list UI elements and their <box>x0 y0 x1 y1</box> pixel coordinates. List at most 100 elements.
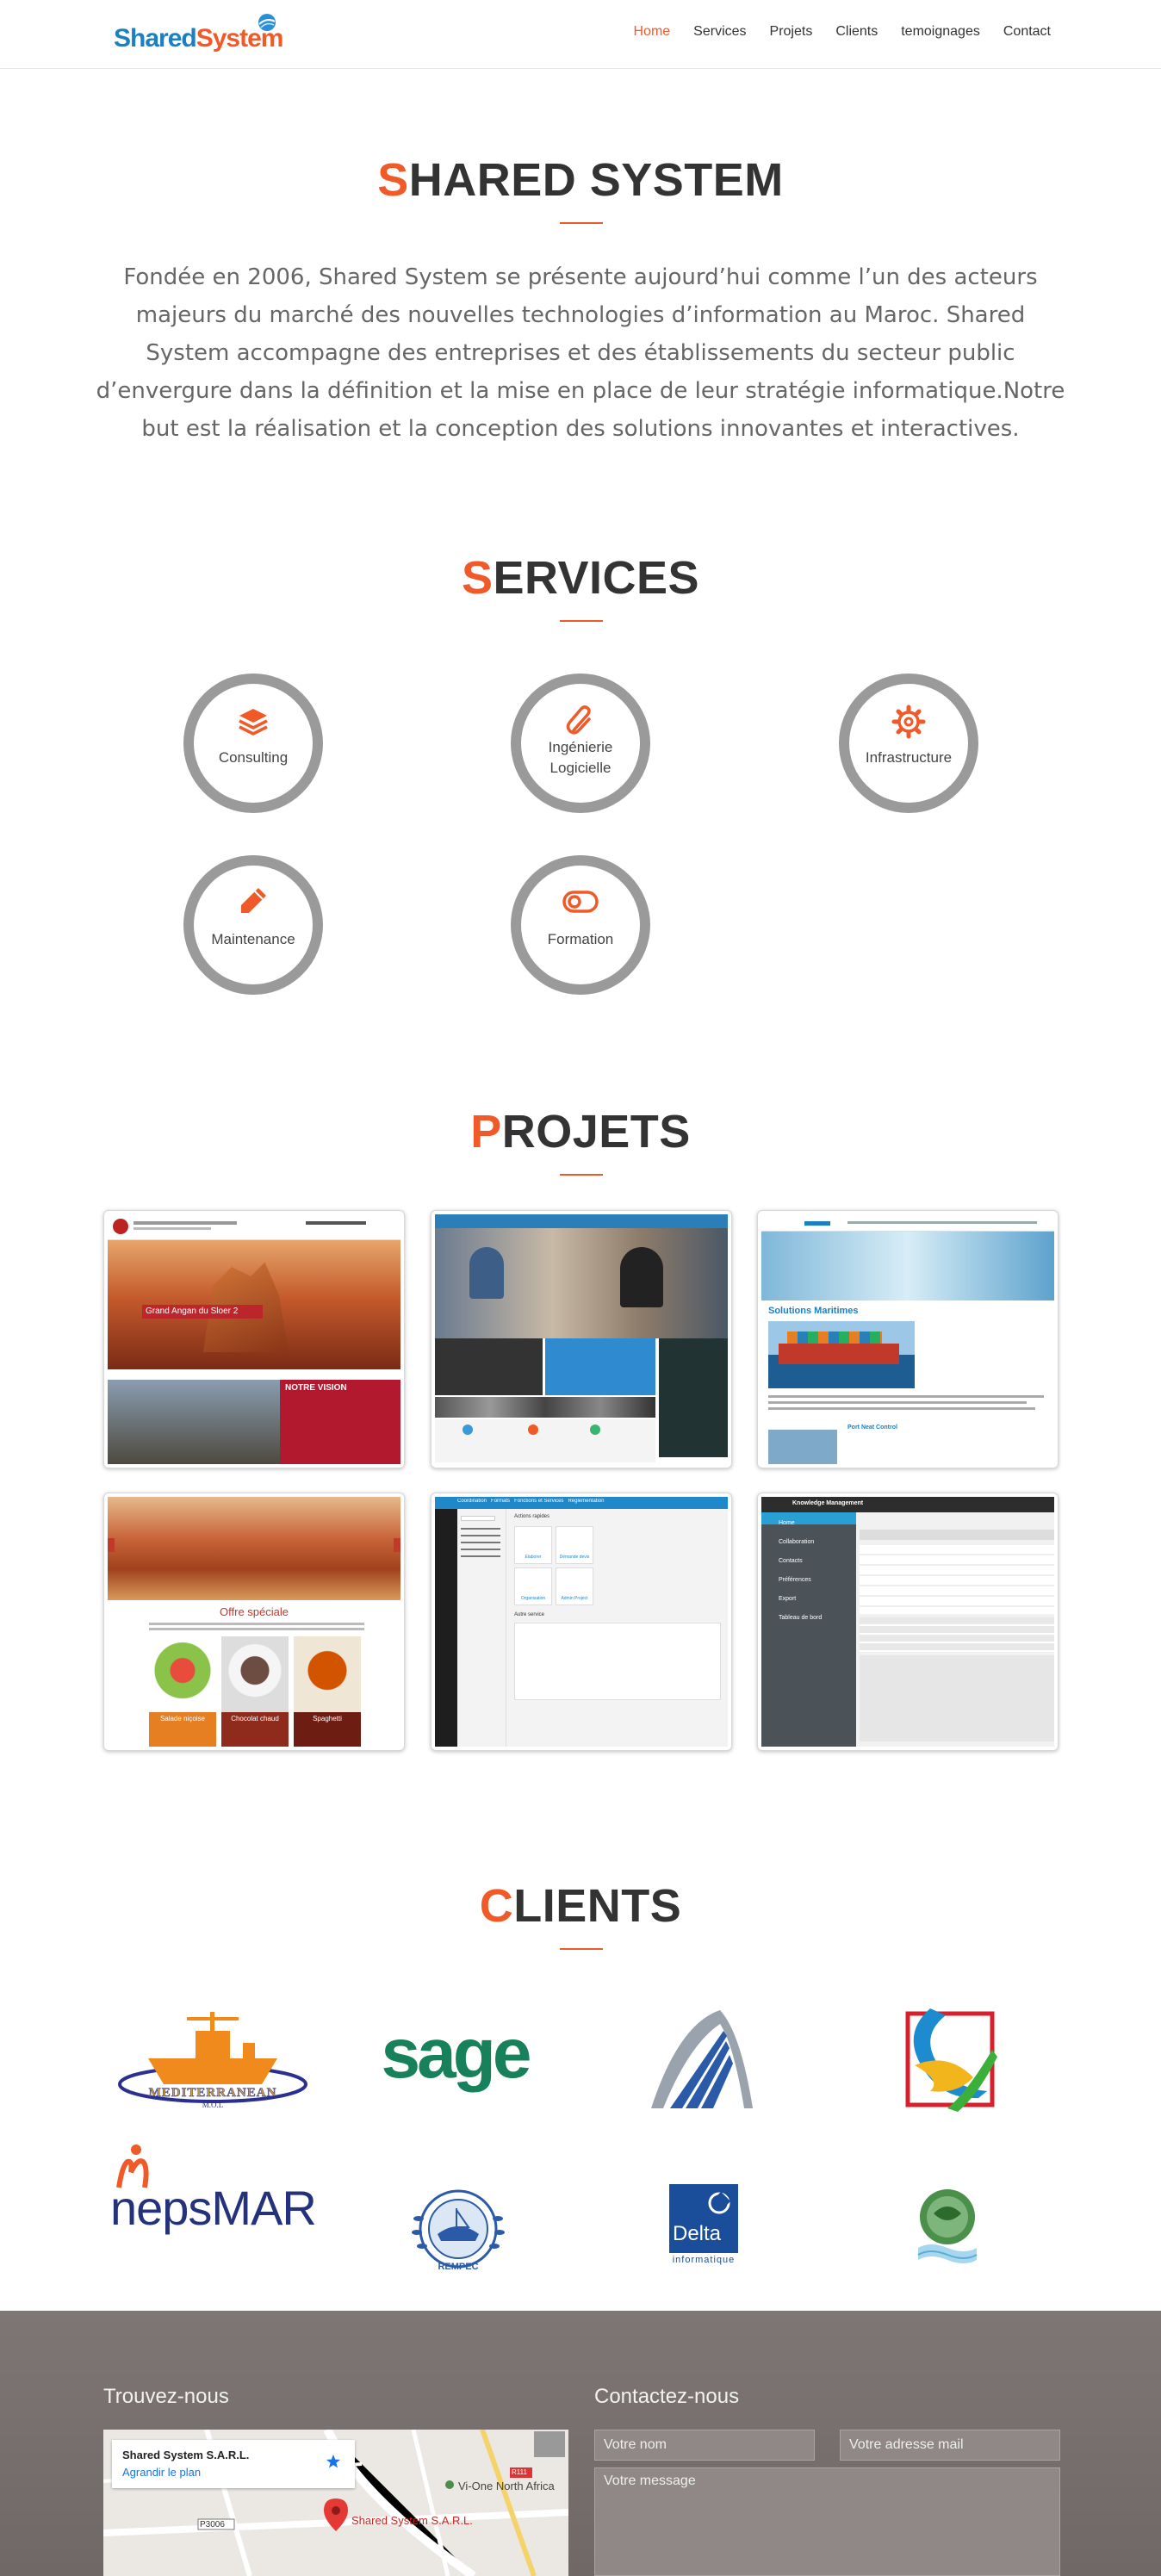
message-field[interactable] <box>594 2467 1060 2576</box>
projects-underline <box>560 1174 603 1176</box>
footer: Trouvez-nous Contactez-nous P3006 R111 V… <box>0 2311 1161 2576</box>
p6-sidebar: Home Collaboration Contacts Préférences Expo… <box>779 1520 823 1621</box>
p4-item-1: Salade niçoise <box>149 1712 216 1747</box>
gear-icon <box>891 705 926 739</box>
p3-heading: Solutions Maritimes <box>768 1306 859 1316</box>
mediterranean-text: MEDITERRANEAN <box>148 2086 277 2101</box>
name-field[interactable] <box>594 2430 815 2461</box>
star-icon[interactable] <box>326 2454 341 2469</box>
map-road-code: P3006 <box>200 2520 225 2529</box>
layers-icon <box>239 709 268 736</box>
map-card-title: Shared System S.A.R.L. <box>122 2449 250 2461</box>
about-title-rest: HARED SYSTEM <box>408 154 784 206</box>
rempec-text: REMPEC <box>438 2262 479 2272</box>
service-maintenance[interactable]: Maintenance <box>183 855 323 995</box>
map[interactable]: P3006 R111 Vi-One North Africa Shared Sy… <box>103 2430 568 2576</box>
projects-title: PROJETS <box>0 1105 1161 1158</box>
project-card-6[interactable]: Knowledge Management Home Collaboration Co… <box>757 1493 1059 1751</box>
project-screenshot: Coordination Formats Fonctions et Servic… <box>435 1497 728 1747</box>
service-formation[interactable]: Formation <box>511 855 650 995</box>
nav-contact[interactable]: Contact <box>1003 24 1051 40</box>
find-us-title: Trouvez-nous <box>103 2385 229 2408</box>
services-underline <box>560 620 603 622</box>
clients-title-first: C <box>479 1880 514 1932</box>
project-screenshot: Knowledge Management Home Collaboration Co… <box>761 1497 1054 1747</box>
nav-temoignages[interactable]: temoignages <box>901 24 980 40</box>
projects-title-first: P <box>470 1106 502 1158</box>
map-pin-label: Shared System S.A.R.L. <box>351 2514 473 2527</box>
project-screenshot: Solutions Maritimes Port Neat Control <box>761 1214 1054 1464</box>
nav-clients[interactable]: Clients <box>835 24 878 40</box>
map-road-label: Vi-One North Africa <box>458 2480 555 2492</box>
service-consulting[interactable]: Consulting <box>183 673 323 813</box>
delta-text: Delta <box>673 2222 722 2245</box>
contact-title: Contactez-nous <box>594 2385 740 2408</box>
logo[interactable]: SharedSystem <box>114 12 286 57</box>
nav-services[interactable]: Services <box>693 24 746 40</box>
services-title-rest: ERVICES <box>493 552 700 604</box>
p6-title: Knowledge Management <box>792 1500 864 1506</box>
p5-panel1: Actions rapides <box>514 1514 550 1519</box>
about-text: Fondée en 2006, Shared System se présent… <box>96 264 1065 442</box>
p5-menu: Coordination Formats Fonctions et Servic… <box>457 1499 605 1504</box>
service-ingenierie[interactable]: Ingénierie Logicielle <box>511 673 650 813</box>
map-road-code2: R111 <box>512 2468 527 2476</box>
delta-sub: informatique <box>672 2255 736 2265</box>
about-title: SHARED SYSTEM <box>0 153 1161 207</box>
project-card-5[interactable]: Coordination Formats Fonctions et Servic… <box>431 1493 732 1751</box>
nav-home[interactable]: Home <box>633 24 670 40</box>
delta-mark-icon <box>708 2191 731 2214</box>
paperclip-icon <box>566 705 591 735</box>
p5-tile: Demande devis <box>556 1526 593 1564</box>
client-logo-emblem <box>913 2188 982 2269</box>
projects-title-rest: ROJETS <box>501 1106 691 1158</box>
logo-part1: Shared <box>114 24 197 53</box>
services-title-first: S <box>461 552 494 604</box>
client-logo-mediterranean: MEDITERRANEAN M.O.L <box>114 2005 312 2109</box>
mediterranean-sub: M.O.L <box>202 2101 224 2109</box>
p4-item-2: Chocolat chaud <box>221 1712 289 1747</box>
client-logo-rempec: REMPEC <box>400 2184 517 2279</box>
client-logo-delta: Delta informatique <box>667 2184 740 2267</box>
p4-item-3: Spaghetti <box>294 1712 361 1747</box>
arch-icon <box>651 2010 753 2108</box>
project-screenshot <box>435 1214 728 1464</box>
project-card-3[interactable]: Solutions Maritimes Port Neat Control <box>757 1210 1059 1468</box>
emblem-icon <box>917 2189 978 2263</box>
services-title: SERVICES <box>0 551 1161 605</box>
p3-sub: Port Neat Control <box>847 1425 897 1431</box>
project-card-2[interactable] <box>431 1210 732 1468</box>
map-card: Shared System S.A.R.L. Agrandir le plan <box>112 2440 355 2488</box>
p4-heading: Offre spéciale <box>220 1605 289 1618</box>
p1-section: NOTRE VISION <box>280 1380 400 1464</box>
p5-tile: Organisation <box>514 1567 552 1605</box>
service-label: Ingénierie Logicielle <box>548 739 613 776</box>
globe-icon <box>258 14 276 31</box>
service-label: Maintenance <box>211 931 295 947</box>
p5-tile: Admin Project <box>556 1567 593 1605</box>
nav-links: Home Services Projets Clients temoignage… <box>610 24 1051 40</box>
clients-title-rest: LIENTS <box>513 1880 682 1932</box>
project-screenshot: Offre spéciale Salade niçoise Chocolat c… <box>108 1497 400 1747</box>
client-logo-nepsmar: nepsMAR <box>110 2143 317 2236</box>
navbar: SharedSystem Home Services Projets Clien… <box>0 0 1161 69</box>
about-title-first: S <box>377 154 409 206</box>
map-enlarge-link[interactable]: Agrandir le plan <box>122 2466 201 2479</box>
ribbon-icon <box>905 2008 997 2112</box>
clients-title: CLIENTS <box>0 1879 1161 1933</box>
client-logo-arch <box>644 2007 756 2114</box>
service-label: Formation <box>547 931 614 947</box>
nepsmar-text: nepsMAR <box>110 2181 317 2235</box>
delta-square: Delta <box>669 2184 738 2253</box>
project-card-4[interactable]: Offre spéciale Salade niçoise Chocolat c… <box>103 1493 405 1751</box>
pencil-icon <box>241 888 266 913</box>
p1-banner: Grand Angan du Sloer 2 <box>142 1305 263 1319</box>
service-label: Infrastructure <box>865 749 953 766</box>
nav-projets[interactable]: Projets <box>770 24 813 40</box>
project-card-1[interactable]: Grand Angan du Sloer 2 NOTRE VISION <box>103 1210 405 1468</box>
client-logo-square <box>896 2005 999 2115</box>
service-infrastructure[interactable]: Infrastructure <box>839 673 978 813</box>
email-field[interactable] <box>840 2430 1060 2461</box>
clients-underline <box>560 1948 603 1950</box>
client-logo-sage: sage <box>377 2014 532 2100</box>
